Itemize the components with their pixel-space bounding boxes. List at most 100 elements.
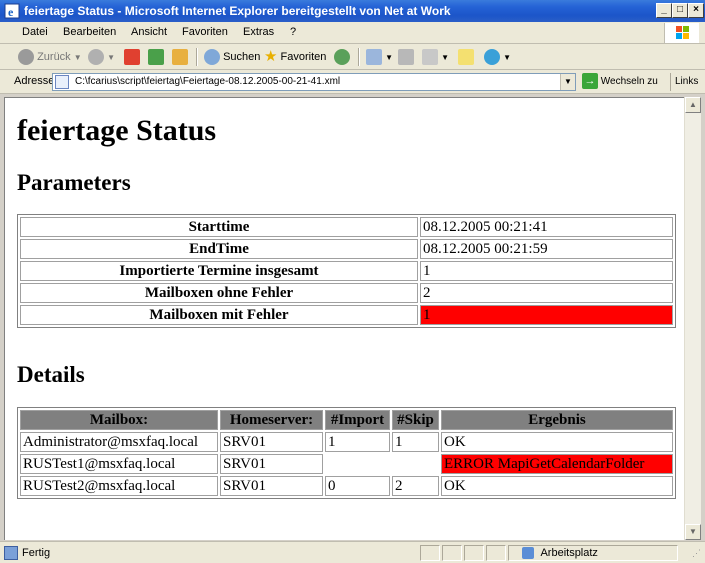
vertical-scrollbar[interactable]: ▲ ▼ (684, 97, 701, 540)
menu-extras[interactable]: Extras (243, 26, 274, 38)
home-button[interactable] (172, 48, 188, 66)
parameters-heading: Parameters (17, 170, 131, 195)
favorites-label: Favoriten (280, 51, 327, 63)
forward-button[interactable]: ▼ (88, 48, 115, 66)
table-row: Administrator@msxfaq.local SRV01 1 1 OK (20, 432, 673, 452)
menu-help[interactable]: ? (290, 26, 296, 38)
details-header-row: Mailbox: Homeserver: #Import #Skip Ergeb… (20, 410, 673, 430)
table-row: RUSTest2@msxfaq.local SRV01 0 2 OK (20, 476, 673, 496)
forward-dropdown-icon[interactable]: ▼ (107, 53, 115, 62)
history-icon (334, 49, 350, 66)
back-dropdown-icon[interactable]: ▼ (74, 53, 82, 62)
messenger-dropdown-icon[interactable]: ▼ (503, 53, 511, 62)
mail-dropdown-icon[interactable]: ▼ (385, 53, 393, 62)
toolbar-separator (358, 48, 360, 66)
page-content: feiertage Status Parameters Starttime 08.… (4, 97, 684, 540)
stop-button[interactable] (124, 48, 140, 66)
cell-import (325, 454, 390, 474)
links-button[interactable]: Links (670, 73, 698, 91)
menu-bearbeiten[interactable]: Bearbeiten (63, 26, 116, 38)
cell-mailbox: RUSTest1@msxfaq.local (20, 454, 218, 474)
column-header-ergebnis: Ergebnis (441, 410, 673, 430)
address-label: Adresse (14, 75, 55, 87)
details-heading: Details (17, 362, 85, 387)
edit-page-icon (422, 49, 438, 66)
refresh-button[interactable] (148, 48, 164, 66)
windows-flag-icon (676, 26, 689, 39)
edit-button[interactable]: ▼ (422, 48, 449, 66)
cell-result: OK (441, 432, 673, 452)
back-arrow-icon (18, 49, 34, 66)
cell-import: 0 (325, 476, 390, 496)
go-button[interactable]: → Wechseln zu (582, 73, 658, 91)
cell-skip: 2 (392, 476, 439, 496)
parameter-row: Importierte Termine insgesamt 1 (20, 261, 673, 281)
page-status-icon (4, 546, 18, 560)
table-row: RUSTest1@msxfaq.local SRV01 ERROR MapiGetC… (20, 454, 673, 474)
address-input[interactable]: C:\fcarius\script\feiertag\Feiertage-08.… (52, 73, 576, 91)
address-url[interactable]: C:\fcarius\script\feiertag\Feiertage-08.… (75, 76, 340, 87)
internet-explorer-icon: e (4, 3, 20, 19)
favorites-button[interactable]: ★ Favoriten (264, 48, 326, 66)
resize-grip-icon[interactable]: ⋰ (692, 548, 701, 559)
cell-mailbox: Administrator@msxfaq.local (20, 432, 218, 452)
back-button[interactable]: Zurück ▼ (18, 48, 82, 66)
minimize-button[interactable]: _ (656, 3, 672, 18)
scroll-down-icon[interactable]: ▼ (685, 524, 701, 540)
mail-icon (366, 49, 382, 66)
cell-import: 1 (325, 432, 390, 452)
security-zone: Arbeitsplatz (522, 545, 598, 561)
refresh-icon (148, 49, 164, 66)
cell-server: SRV01 (220, 476, 323, 496)
menu-bar: Datei Bearbeiten Ansicht Favoriten Extra… (0, 22, 705, 44)
cell-mailbox: RUSTest2@msxfaq.local (20, 476, 218, 496)
xml-page-icon (55, 75, 69, 89)
address-bar: Adresse C:\fcarius\script\feiertag\Feier… (0, 70, 705, 94)
parameter-row: Mailboxen ohne Fehler 2 (20, 283, 673, 303)
parameter-row: EndTime 08.12.2005 00:21:59 (20, 239, 673, 259)
messenger-button[interactable]: ▼ (484, 48, 511, 66)
scroll-up-icon[interactable]: ▲ (685, 97, 701, 113)
search-label: Suchen (223, 51, 261, 63)
page-title: feiertage Status (17, 114, 217, 147)
messenger-icon (484, 49, 500, 66)
column-header-homeserver: Homeserver: (220, 410, 323, 430)
parameter-row: Mailboxen mit Fehler 1 (20, 305, 673, 325)
edit-dropdown-icon[interactable]: ▼ (441, 53, 449, 62)
status-bar: Fertig Arbeitsplatz ⋰ (0, 541, 705, 563)
parameter-value: 1 (420, 305, 673, 325)
status-pane (486, 545, 506, 561)
close-button[interactable]: × (688, 3, 704, 18)
cell-server: SRV01 (220, 454, 323, 474)
windows-logo (664, 23, 699, 43)
toolbar-separator (196, 48, 198, 66)
cell-result: ERROR MapiGetCalendarFolder (441, 454, 673, 474)
mail-button[interactable]: ▼ (366, 48, 393, 66)
forward-arrow-icon (88, 49, 104, 66)
parameter-label: Mailboxen mit Fehler (20, 305, 418, 325)
menu-favoriten[interactable]: Favoriten (182, 26, 228, 38)
cell-result: OK (441, 476, 673, 496)
window-title: feiertage Status - Microsoft Internet Ex… (24, 4, 451, 18)
menu-ansicht[interactable]: Ansicht (131, 26, 167, 38)
search-button[interactable]: Suchen (204, 48, 260, 66)
cell-skip (392, 454, 439, 474)
title-bar[interactable]: e feiertage Status - Microsoft Internet … (0, 0, 705, 22)
stop-icon (124, 49, 140, 66)
status-pane (464, 545, 484, 561)
maximize-button[interactable]: □ (672, 3, 688, 18)
print-button[interactable] (398, 48, 414, 66)
address-dropdown-icon[interactable]: ▼ (560, 74, 575, 90)
print-icon (398, 49, 414, 66)
discuss-button[interactable] (458, 48, 474, 66)
search-icon (204, 49, 220, 66)
menu-datei[interactable]: Datei (22, 26, 48, 38)
history-button[interactable] (334, 48, 350, 66)
go-label: Wechseln zu (600, 76, 658, 87)
cell-skip: 1 (392, 432, 439, 452)
parameter-label: Starttime (20, 217, 418, 237)
svg-text:e: e (8, 5, 14, 19)
parameter-label: Importierte Termine insgesamt (20, 261, 418, 281)
back-label: Zurück (37, 51, 71, 63)
toolbar: Zurück ▼ ▼ Suchen ★ Favoriten ▼ ▼ ▼ (0, 44, 705, 70)
